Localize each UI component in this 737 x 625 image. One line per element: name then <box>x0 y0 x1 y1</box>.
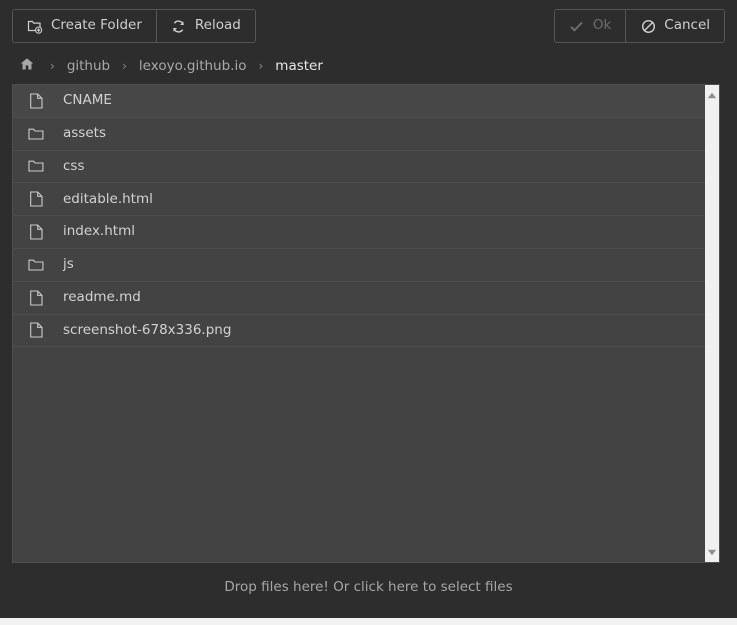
scrollbar-track[interactable] <box>705 102 719 545</box>
reload-button[interactable]: Reload <box>156 10 255 42</box>
ok-label: Ok <box>592 17 612 34</box>
file-icon <box>27 92 45 110</box>
list-item[interactable]: CNAME <box>13 85 707 118</box>
file-icon <box>27 190 45 208</box>
folder-icon <box>27 256 45 274</box>
list-item[interactable]: css <box>13 150 707 184</box>
file-list-panel: CNAME assets css editable.html index.htm… <box>12 84 720 563</box>
vertical-scrollbar[interactable] <box>705 85 719 562</box>
file-name: screenshot-678x336.png <box>63 321 232 338</box>
file-name: readme.md <box>63 288 141 305</box>
create-folder-label: Create Folder <box>51 17 142 34</box>
list-item[interactable]: editable.html <box>13 183 707 217</box>
file-name: js <box>63 256 74 273</box>
toolbar-right-group: Ok Cancel <box>553 9 725 43</box>
file-dropzone[interactable]: Drop files here! Or click here to select… <box>0 563 737 611</box>
triangle-up-icon[interactable] <box>705 88 719 102</box>
file-name: css <box>63 157 85 174</box>
toolbar: Create Folder Reload Ok Cancel <box>0 0 737 52</box>
breadcrumb-item-github[interactable]: github <box>65 58 112 74</box>
list-item[interactable]: assets <box>13 117 707 151</box>
file-icon <box>27 223 45 241</box>
breadcrumb-separator: › <box>50 59 55 73</box>
list-item[interactable]: index.html <box>13 216 707 249</box>
breadcrumb-home-button[interactable] <box>12 57 40 75</box>
home-icon <box>20 57 34 75</box>
breadcrumb-item-lexoyo-github-io[interactable]: lexoyo.github.io <box>137 58 249 74</box>
cancel-button[interactable]: Cancel <box>626 10 724 42</box>
list-item[interactable]: screenshot-678x336.png <box>13 314 707 348</box>
file-icon <box>27 321 45 339</box>
file-browser-dialog: Create Folder Reload Ok Cancel › github … <box>0 0 737 625</box>
toolbar-left-group: Create Folder Reload <box>12 9 256 43</box>
cancel-label: Cancel <box>664 17 710 34</box>
triangle-down-icon[interactable] <box>705 545 719 559</box>
dropzone-label: Drop files here! Or click here to select… <box>224 579 513 595</box>
file-name: assets <box>63 124 106 141</box>
file-name: editable.html <box>63 190 153 207</box>
breadcrumb: › github › lexoyo.github.io › master <box>12 52 325 80</box>
breadcrumb-separator: › <box>122 59 127 73</box>
refresh-icon <box>171 18 187 34</box>
folder-icon <box>27 157 45 175</box>
folder-icon <box>27 125 45 143</box>
reload-label: Reload <box>194 17 241 34</box>
file-list: CNAME assets css editable.html index.htm… <box>13 85 707 562</box>
file-name: CNAME <box>63 92 112 109</box>
ban-icon <box>640 18 656 34</box>
list-item[interactable]: js <box>13 248 707 282</box>
breadcrumb-separator: › <box>258 59 264 73</box>
check-icon <box>569 18 585 34</box>
bottom-bar <box>0 618 737 625</box>
folder-plus-icon <box>27 18 43 34</box>
file-name: index.html <box>63 223 135 240</box>
list-item[interactable]: readme.md <box>13 281 707 315</box>
ok-button[interactable]: Ok <box>554 10 627 42</box>
breadcrumb-item-master[interactable]: master <box>273 58 325 74</box>
create-folder-button[interactable]: Create Folder <box>13 10 157 42</box>
file-icon <box>27 289 45 307</box>
